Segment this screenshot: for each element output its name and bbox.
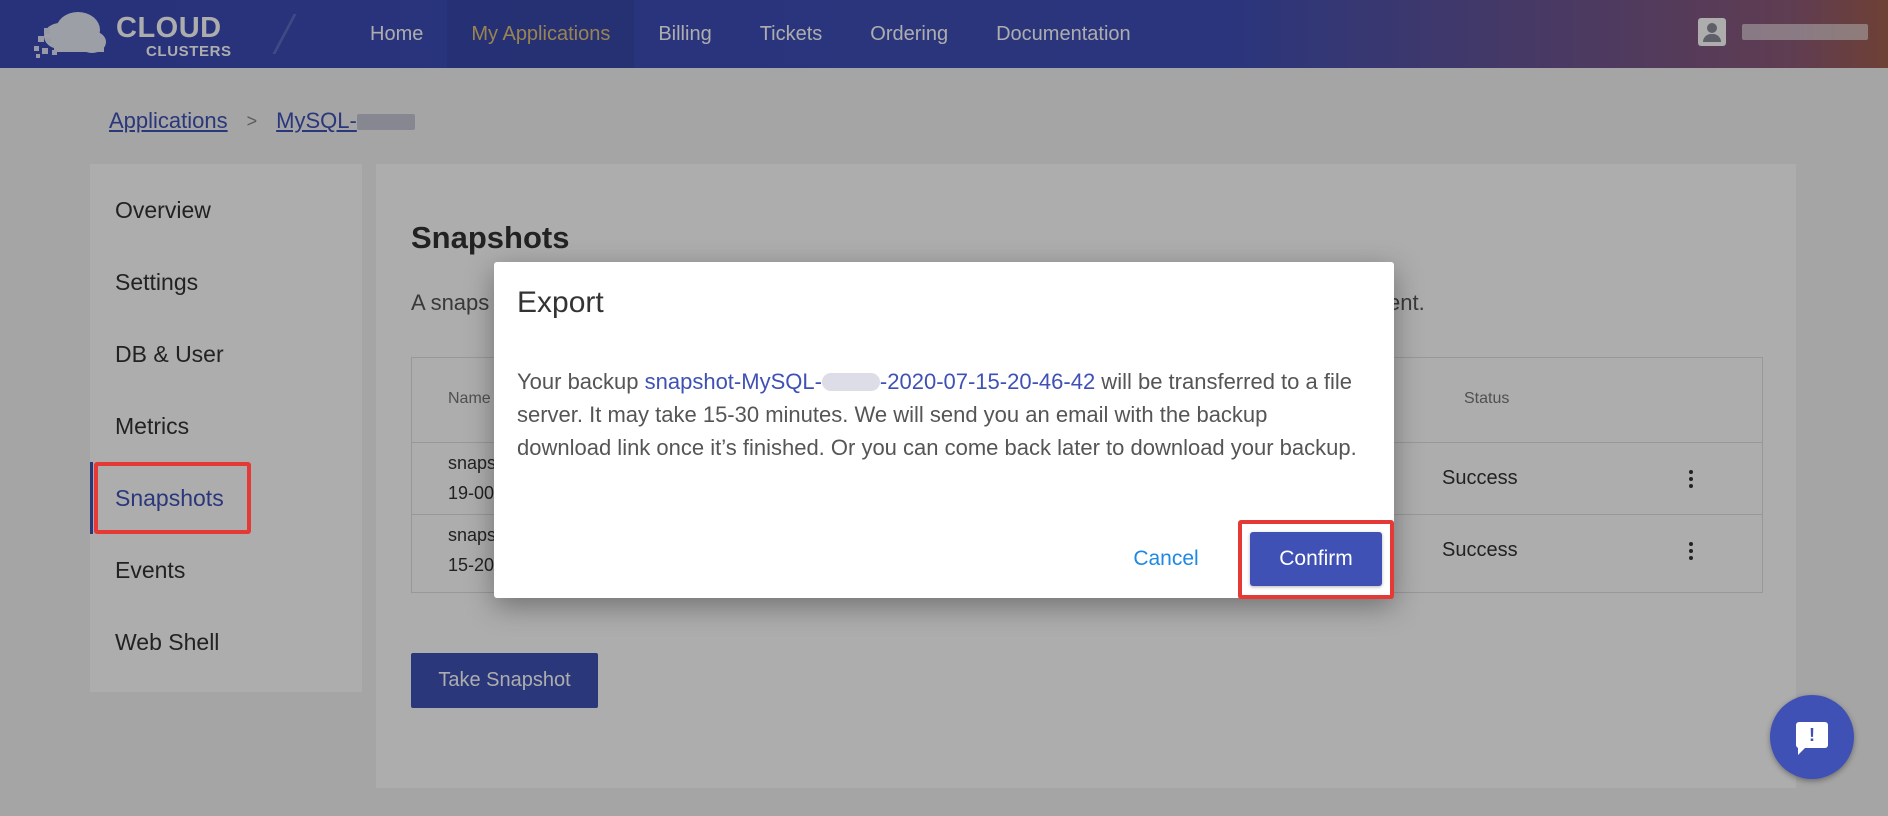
dialog-message: Your backup snapshot-MySQL- -2020-07-15-2… (517, 365, 1367, 464)
feedback-icon: ! (1796, 722, 1828, 755)
highlight-box-snapshots (94, 462, 251, 534)
dialog-title: Export (517, 286, 604, 319)
dialog-text-prefix: Your backup (517, 369, 645, 394)
feedback-glyph: ! (1809, 725, 1815, 745)
highlight-box-confirm (1238, 520, 1394, 599)
snapshot-name-link: snapshot-MySQL- -2020-07-15-20-46-42 (645, 369, 1096, 394)
redacted-name (821, 373, 880, 391)
snapshot-name-start: snapshot-MySQL- (644, 369, 822, 394)
snapshot-name-end: -2020-07-15-20-46-42 (879, 369, 1096, 394)
feedback-button[interactable]: ! (1770, 695, 1854, 779)
cancel-button[interactable]: Cancel (1106, 534, 1226, 584)
